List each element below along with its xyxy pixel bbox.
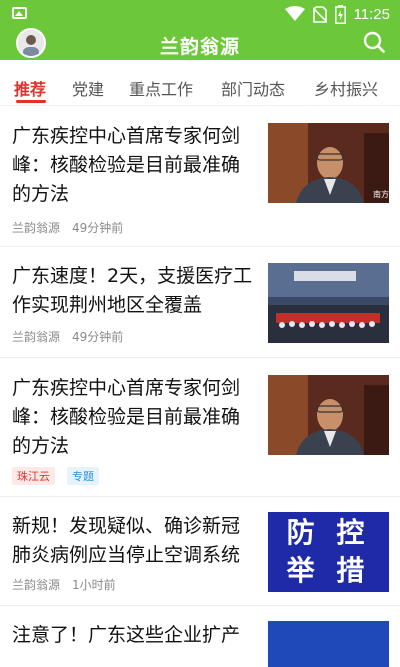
- tab-department-news[interactable]: 部门动态: [221, 76, 285, 100]
- news-title[interactable]: 广东疾控中心首席专家何剑峰：核酸检验是目前最准确的方法: [12, 374, 258, 461]
- tab-rural-revitalization[interactable]: 乡村振兴: [314, 76, 378, 100]
- news-item[interactable]: 广东速度！2天，支援医疗工作实现荆州地区全覆盖 兰韵翁源 49分钟前: [0, 248, 400, 358]
- news-thumbnail[interactable]: [268, 263, 389, 343]
- news-meta: 兰韵翁源 1小时前: [12, 576, 116, 593]
- expert-portrait-image: 南方: [268, 123, 389, 203]
- news-item[interactable]: 注意了！广东这些企业扩产: [0, 607, 400, 667]
- news-source: 兰韵翁源: [12, 578, 61, 592]
- wifi-icon: [284, 6, 305, 21]
- tab-party-building[interactable]: 党建: [72, 76, 104, 100]
- poster-text: 防 控举 措: [286, 516, 371, 587]
- news-title[interactable]: 广东速度！2天，支援医疗工作实现荆州地区全覆盖: [12, 262, 258, 320]
- topic-tag[interactable]: 专题: [67, 467, 99, 485]
- source-tag[interactable]: 珠江云: [12, 467, 55, 485]
- battery-charging-icon: [334, 4, 346, 24]
- svg-text:南方: 南方: [373, 189, 389, 199]
- news-tags: 珠江云 专题: [12, 467, 99, 485]
- app-title: 兰韵翁源: [159, 36, 240, 58]
- active-tab-indicator: [16, 100, 46, 103]
- news-source: 兰韵翁源: [12, 221, 61, 235]
- news-time: 49分钟前: [72, 330, 124, 344]
- app-header: 兰韵翁源: [0, 28, 400, 60]
- news-time: 49分钟前: [72, 221, 124, 235]
- tab-key-work[interactable]: 重点工作: [129, 76, 193, 100]
- news-thumbnail[interactable]: 防 控举 措: [268, 512, 389, 592]
- news-title[interactable]: 新规！发现疑似、确诊新冠肺炎病例应当停止空调系统: [12, 512, 258, 570]
- news-item[interactable]: 广东疾控中心首席专家何剑峰：核酸检验是目前最准确的方法 珠江云 专题: [0, 359, 400, 497]
- news-thumbnail[interactable]: [268, 375, 389, 455]
- tab-recommend[interactable]: 推荐: [14, 76, 46, 100]
- airport-team-image: [268, 263, 389, 343]
- status-bar: 11:25: [0, 0, 400, 28]
- expert-portrait-image: [268, 375, 389, 455]
- category-tabs: 推荐 党建 重点工作 部门动态 乡村振兴: [0, 60, 400, 106]
- news-title[interactable]: 注意了！广东这些企业扩产: [12, 621, 258, 650]
- news-thumbnail[interactable]: 南方: [268, 123, 389, 203]
- no-sim-icon: [312, 5, 327, 23]
- search-icon[interactable]: [362, 30, 386, 54]
- news-item[interactable]: 新规！发现疑似、确诊新冠肺炎病例应当停止空调系统 兰韵翁源 1小时前 防 控举 …: [0, 498, 400, 606]
- news-title[interactable]: 广东疾控中心首席专家何剑峰：核酸检验是目前最准确的方法: [12, 122, 258, 209]
- image-icon: [12, 7, 27, 19]
- news-meta: 兰韵翁源 49分钟前: [12, 219, 123, 236]
- status-time: 11:25: [353, 5, 390, 23]
- news-source: 兰韵翁源: [12, 330, 61, 344]
- news-meta: 兰韵翁源 49分钟前: [12, 328, 123, 345]
- news-item[interactable]: 广东疾控中心首席专家何剑峰：核酸检验是目前最准确的方法 兰韵翁源 49分钟前 南…: [0, 107, 400, 247]
- news-time: 1小时前: [72, 578, 116, 592]
- news-thumbnail[interactable]: [268, 621, 389, 667]
